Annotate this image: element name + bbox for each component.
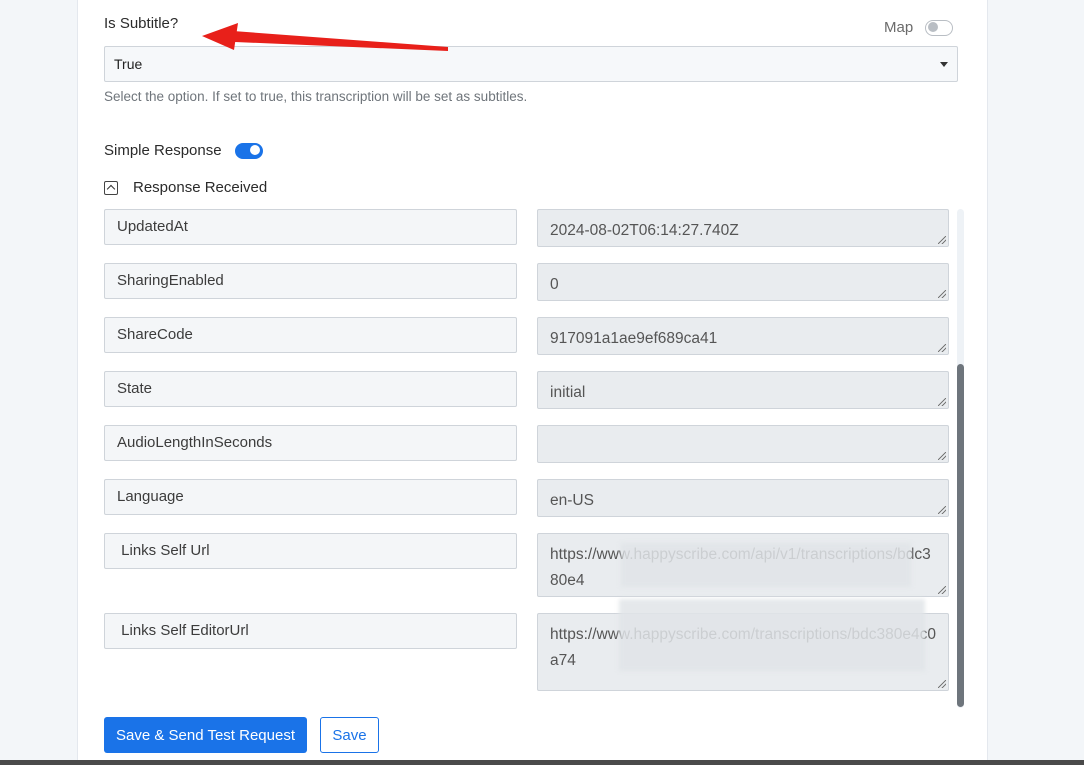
response-key[interactable]: Links Self EditorUrl	[104, 613, 517, 649]
map-toggle[interactable]	[925, 19, 954, 36]
resize-handle-icon[interactable]	[938, 680, 946, 688]
response-key[interactable]: SharingEnabled	[104, 263, 517, 299]
response-key[interactable]: Links Self Url	[104, 533, 517, 569]
response-value-text: 2024-08-02T06:14:27.740Z	[550, 222, 739, 239]
response-value[interactable]: en-US	[537, 479, 949, 517]
simple-response-group: Simple Response	[104, 142, 263, 159]
map-label: Map	[884, 19, 914, 36]
response-value-text: 0	[550, 276, 559, 293]
caret-down-icon	[940, 62, 948, 67]
response-value[interactable]: initial	[537, 371, 949, 409]
response-value[interactable]: 0	[537, 263, 949, 301]
resize-handle-icon[interactable]	[938, 452, 946, 460]
response-value-text: initial	[550, 384, 586, 401]
response-value[interactable]: 917091a1ae9ef689ca41	[537, 317, 949, 355]
resize-handle-icon[interactable]	[938, 290, 946, 298]
subtitle-select[interactable]: True	[104, 46, 958, 82]
response-value[interactable]: 2024-08-02T06:14:27.740Z	[537, 209, 949, 247]
simple-response-label: Simple Response	[104, 142, 222, 159]
map-toggle-group: Map	[884, 19, 954, 36]
resize-handle-icon[interactable]	[938, 236, 946, 244]
bottom-edge	[0, 760, 1084, 765]
redaction-blur	[621, 543, 911, 587]
response-key[interactable]: AudioLengthInSeconds	[104, 425, 517, 461]
response-value-text: 917091a1ae9ef689ca41	[550, 330, 718, 347]
response-value-text: en-US	[550, 492, 594, 509]
response-value[interactable]	[537, 425, 949, 463]
simple-response-toggle[interactable]	[234, 142, 263, 159]
subtitle-field-label: Is Subtitle?	[104, 15, 179, 32]
resize-handle-icon[interactable]	[938, 398, 946, 406]
resize-handle-icon[interactable]	[938, 344, 946, 352]
save-send-test-request-button[interactable]: Save & Send Test Request	[104, 717, 307, 753]
response-key[interactable]: Language	[104, 479, 517, 515]
subtitle-helper-text: Select the option. If set to true, this …	[104, 89, 528, 104]
subtitle-select-value: True	[114, 56, 143, 72]
resize-handle-icon[interactable]	[938, 586, 946, 594]
simple-response-toggle-knob	[249, 145, 260, 155]
scrollbar-thumb[interactable]	[957, 364, 964, 707]
resize-handle-icon[interactable]	[938, 506, 946, 514]
response-key[interactable]: UpdatedAt	[104, 209, 517, 245]
redaction-blur	[619, 599, 925, 671]
save-button[interactable]: Save	[320, 717, 379, 753]
response-received-header: Response Received	[104, 179, 267, 196]
collapse-chevron-up-icon[interactable]	[104, 180, 118, 195]
map-toggle-knob	[928, 22, 939, 32]
response-key[interactable]: State	[104, 371, 517, 407]
response-key[interactable]: ShareCode	[104, 317, 517, 353]
response-received-label: Response Received	[133, 179, 268, 196]
